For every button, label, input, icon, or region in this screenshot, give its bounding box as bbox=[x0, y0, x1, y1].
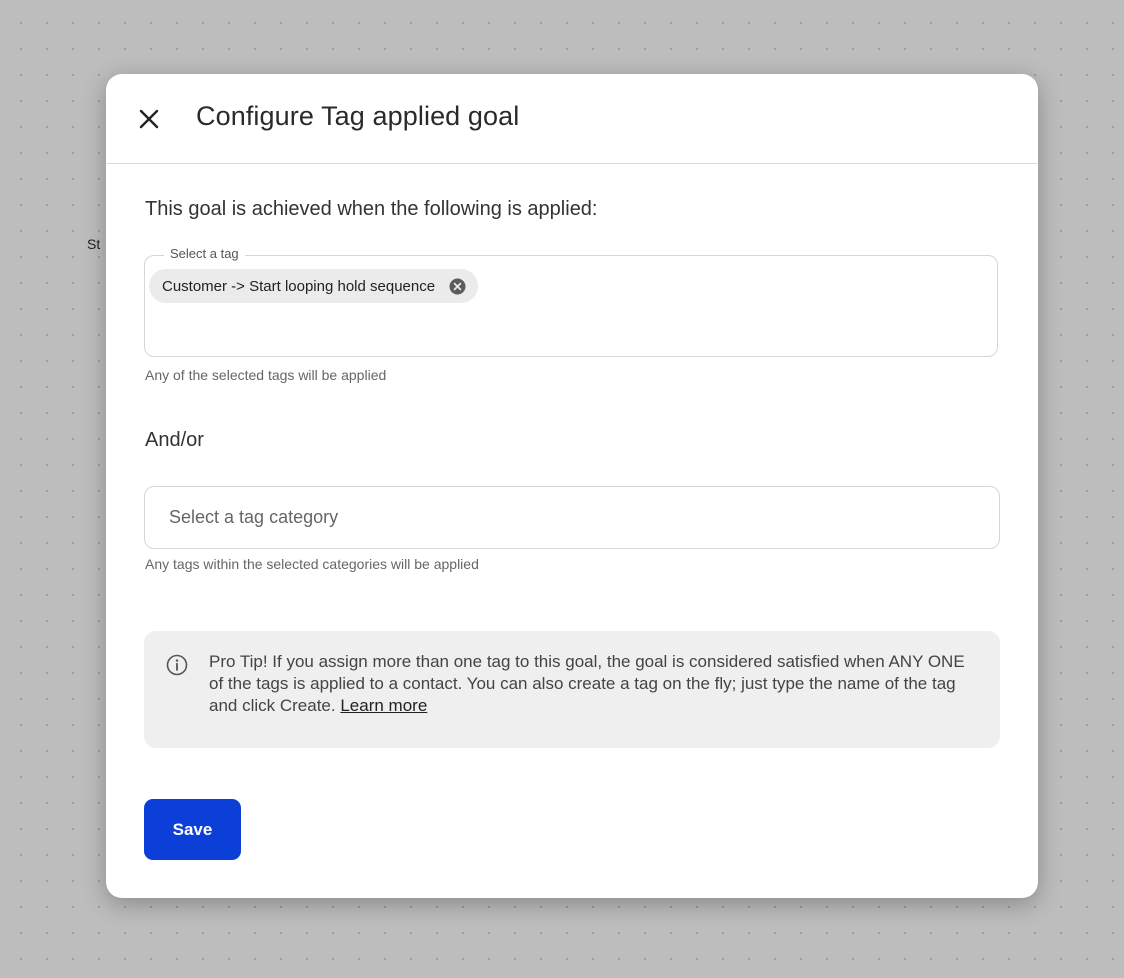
remove-tag-icon[interactable] bbox=[449, 278, 466, 295]
pro-tip-box: Pro Tip! If you assign more than one tag… bbox=[144, 631, 1000, 748]
background-node-label: St bbox=[87, 236, 101, 252]
close-icon[interactable] bbox=[134, 104, 164, 134]
goal-description: This goal is achieved when the following… bbox=[145, 198, 598, 220]
tag-category-helper: Any tags within the selected categories … bbox=[145, 556, 479, 572]
info-icon bbox=[165, 653, 189, 677]
selected-tag-chip: Customer -> Start looping hold sequence bbox=[149, 269, 479, 303]
modal-header: Configure Tag applied goal bbox=[106, 74, 1038, 164]
tag-select-label: Select a tag bbox=[164, 246, 245, 261]
pro-tip-text: Pro Tip! If you assign more than one tag… bbox=[209, 651, 979, 717]
selected-tag-label: Customer -> Start looping hold sequence bbox=[162, 277, 436, 295]
learn-more-link[interactable]: Learn more bbox=[340, 696, 427, 715]
tag-select-field[interactable]: Select a tag Customer -> Start looping h… bbox=[144, 246, 998, 357]
save-button[interactable]: Save bbox=[144, 799, 241, 860]
tag-category-input[interactable] bbox=[144, 486, 1000, 549]
configure-goal-modal: Configure Tag applied goal This goal is … bbox=[106, 74, 1038, 898]
andor-label: And/or bbox=[145, 429, 204, 451]
modal-title: Configure Tag applied goal bbox=[196, 101, 520, 131]
pro-tip-body: Pro Tip! If you assign more than one tag… bbox=[209, 652, 965, 715]
tag-select-helper: Any of the selected tags will be applied bbox=[145, 367, 387, 383]
